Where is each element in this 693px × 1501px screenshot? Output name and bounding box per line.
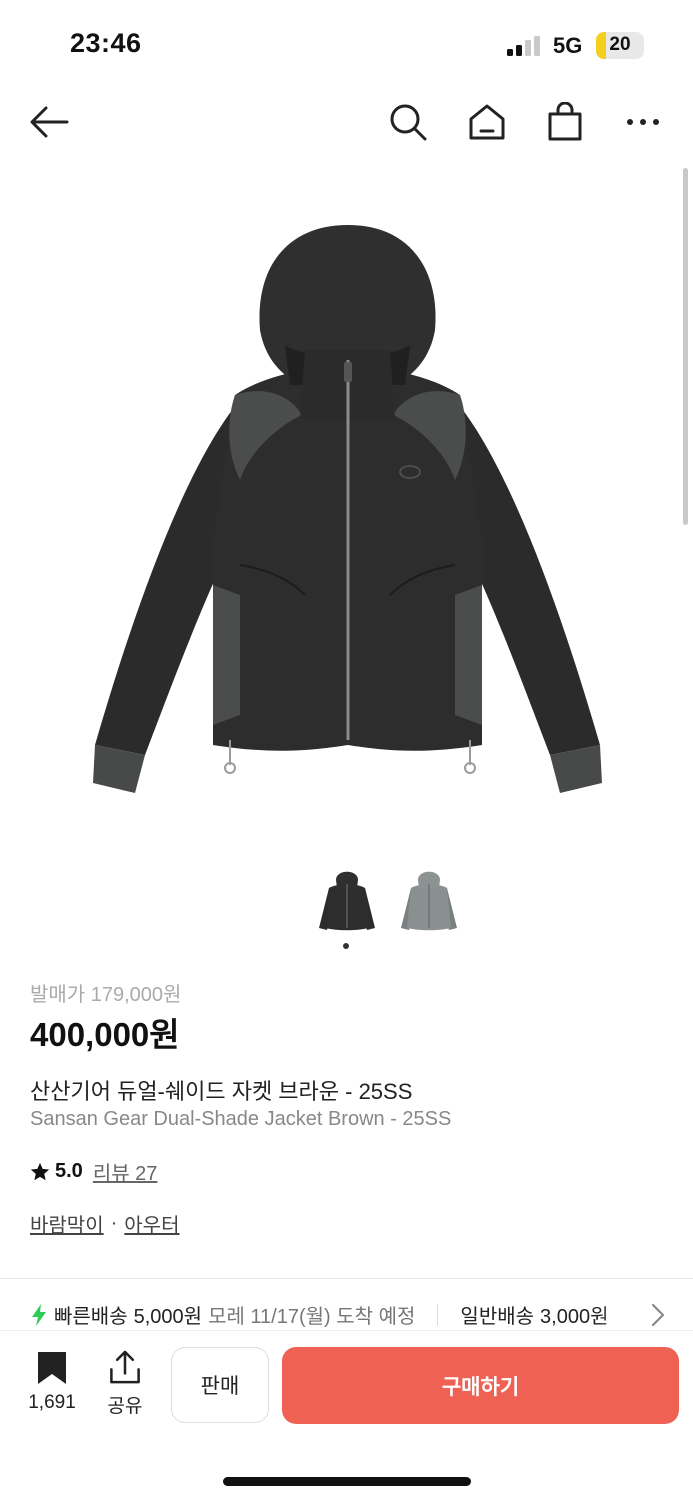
home-indicator[interactable] — [223, 1477, 471, 1486]
scrollbar[interactable] — [683, 168, 688, 525]
thumbnail-black[interactable] — [315, 866, 379, 938]
back-button[interactable] — [25, 98, 73, 146]
battery-percentage: 20 — [609, 34, 631, 55]
shopping-bag-icon — [548, 102, 582, 141]
more-button[interactable] — [619, 98, 667, 146]
bookmark-icon — [38, 1352, 66, 1384]
arrow-left-icon — [30, 106, 69, 138]
release-price: 발매가 179,000원 — [30, 984, 182, 1006]
normal-delivery-fee: 3,000원 — [540, 1306, 609, 1328]
product-name-ko: 산산기어 듀얼-쉐이드 자켓 브라운 - 25SS — [30, 1079, 413, 1104]
section-divider — [0, 1278, 693, 1279]
rating-value: 5.0 — [55, 1160, 83, 1182]
category-link-outer[interactable]: 아우터 — [124, 1209, 179, 1238]
search-button[interactable] — [384, 98, 432, 146]
share-label: 공유 — [107, 1396, 143, 1417]
category-row: 바람막이 · 아우터 — [30, 1209, 179, 1238]
gallery-page-indicator — [343, 943, 349, 949]
chevron-right-icon[interactable] — [650, 1302, 666, 1328]
current-price: 400,000원 — [30, 1016, 180, 1053]
bookmark-button[interactable]: 1,691 — [22, 1350, 82, 1418]
home-button[interactable] — [463, 98, 511, 146]
status-time: 23:46 — [70, 28, 142, 58]
share-button[interactable]: 공유 — [100, 1350, 150, 1418]
shopping-bag-button[interactable] — [541, 98, 589, 146]
delivery-options[interactable]: 빠른배송 5,000원 모레 11/17(월) 도착 예정 일반배송 3,000… — [30, 1300, 670, 1330]
delivery-divider — [437, 1303, 439, 1326]
search-icon — [390, 104, 427, 141]
star-icon — [30, 1162, 50, 1180]
delivery-fade — [600, 1300, 640, 1330]
lightning-icon — [32, 1303, 46, 1326]
product-image[interactable] — [90, 210, 605, 800]
review-link[interactable]: 리뷰 27 — [93, 1157, 158, 1186]
sell-button[interactable]: 판매 — [171, 1347, 269, 1423]
fast-delivery-fee: 5,000원 — [133, 1306, 203, 1328]
thumbnail-grey[interactable] — [397, 866, 461, 938]
share-icon — [110, 1350, 140, 1384]
network-type: 5G — [553, 33, 583, 58]
category-separator: · — [110, 1212, 118, 1234]
bookmark-count: 1,691 — [28, 1392, 76, 1413]
battery-indicator: 20 — [596, 32, 644, 59]
category-link-windbreaker[interactable]: 바람막이 — [30, 1209, 104, 1238]
buy-button[interactable]: 구매하기 — [282, 1347, 679, 1424]
cellular-signal-icon — [507, 36, 540, 56]
fast-delivery-eta: 모레 11/17(월) 도착 예정 — [208, 1306, 416, 1328]
rating-row: 5.0 리뷰 27 — [29, 1157, 157, 1186]
more-horizontal-icon — [627, 119, 659, 125]
home-icon — [469, 104, 505, 140]
normal-delivery-label: 일반배송 — [460, 1306, 535, 1328]
fast-delivery-label: 빠른배송 — [54, 1306, 128, 1328]
product-name-en: Sansan Gear Dual-Shade Jacket Brown - 25… — [30, 1108, 452, 1130]
